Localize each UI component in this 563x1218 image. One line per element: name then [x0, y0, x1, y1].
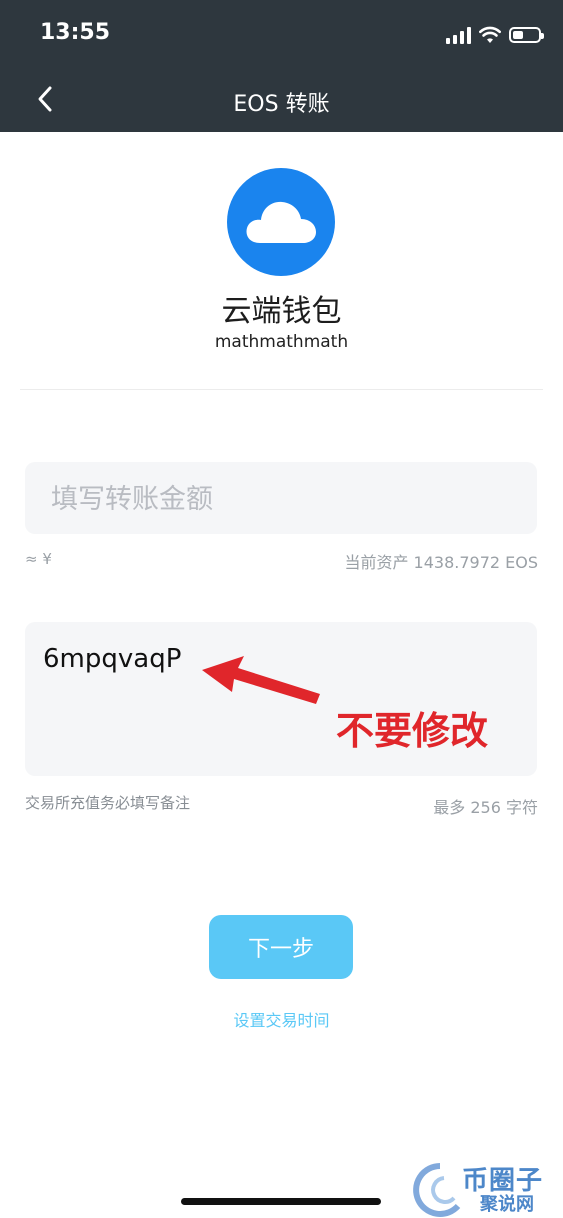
- app-header: 13:55 EOS 转账: [0, 0, 563, 132]
- wallet-name: 云端钱包: [221, 294, 342, 329]
- next-step-button[interactable]: 下一步: [209, 915, 353, 979]
- amount-field-container: [25, 462, 537, 536]
- watermark-subtext: 聚说网: [480, 1194, 534, 1215]
- balance-label: 当前资产 1438.7972 EOS: [344, 553, 538, 572]
- divider: [20, 389, 543, 390]
- amount-input[interactable]: [49, 462, 523, 536]
- battery-icon: [509, 27, 544, 43]
- home-indicator: [181, 1198, 381, 1205]
- cloud-icon: [246, 201, 316, 243]
- red-arrow-annotation: [202, 656, 320, 704]
- signal-icon: [446, 26, 471, 44]
- fiat-value: ≈ ¥: [25, 550, 52, 568]
- page-title: EOS 转账: [233, 92, 330, 117]
- status-time: 13:55: [40, 20, 111, 45]
- wifi-icon: [479, 26, 501, 43]
- memo-limit: 最多 256 字符: [433, 798, 538, 817]
- set-transaction-time-link[interactable]: 设置交易时间: [0, 1007, 563, 1031]
- wallet-account: mathmathmath: [214, 332, 349, 352]
- status-icons: [446, 24, 544, 46]
- annotation-text: 不要修改: [336, 709, 489, 753]
- memo-hint: 交易所充值务必填写备注: [25, 794, 191, 812]
- wallet-avatar: [227, 168, 335, 276]
- memo-value: 6mpqvaqP: [43, 644, 182, 674]
